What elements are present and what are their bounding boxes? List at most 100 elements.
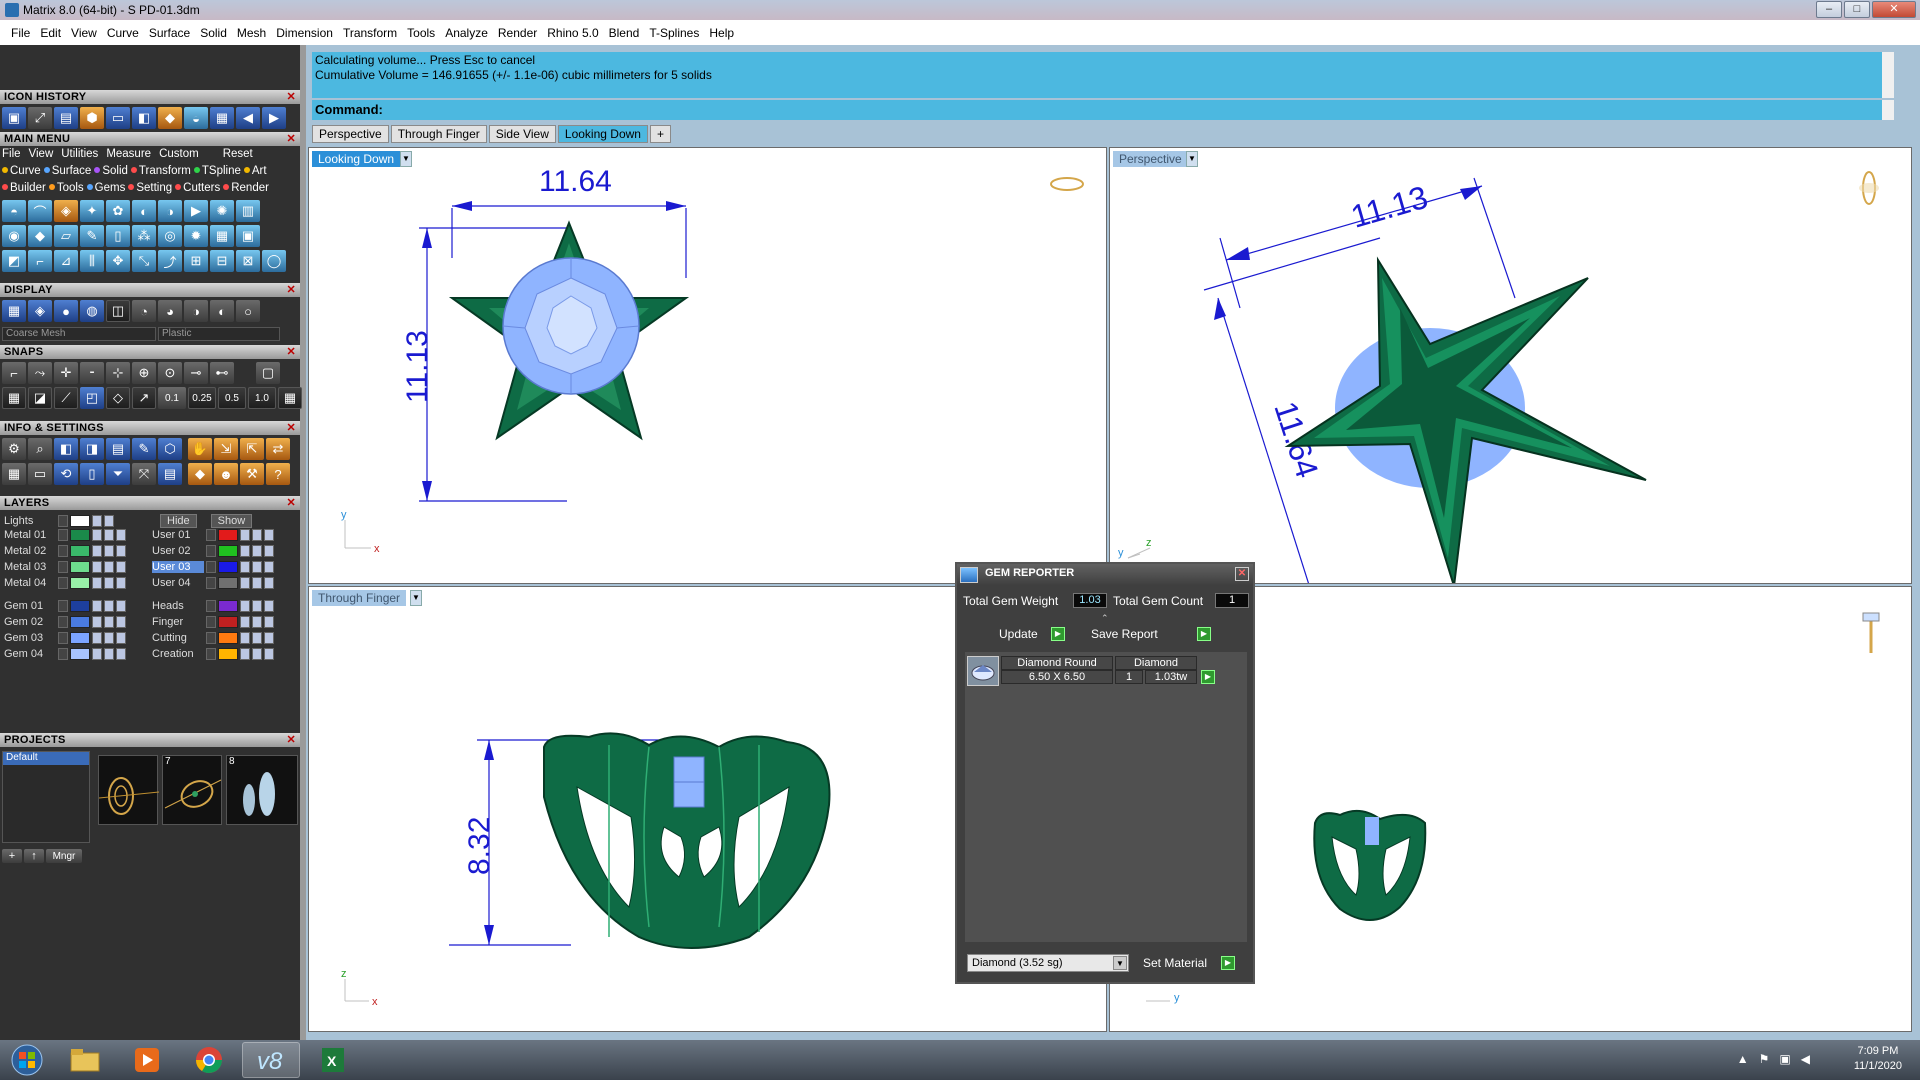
visibility-icon[interactable] (116, 615, 126, 628)
layer-color-swatch[interactable] (70, 599, 90, 612)
gem-reporter-titlebar[interactable]: GEM REPORTER ✕ (957, 564, 1253, 586)
viewport-layout-icon[interactable]: ▦ (2, 463, 26, 485)
save-report-arrow-icon[interactable]: ▶ (1197, 627, 1211, 641)
expand-icon[interactable] (206, 544, 216, 557)
viewport-perspective[interactable]: Perspective ▼ 11.13 11.64 y z (1109, 147, 1912, 584)
bulb-icon[interactable] (252, 599, 262, 612)
snap-value-0.1[interactable]: 0.1 (158, 387, 186, 409)
loft-icon[interactable]: ◐ (132, 200, 156, 222)
expand-icon[interactable] (58, 647, 68, 660)
menu-help[interactable]: Help (704, 26, 739, 40)
pen-icon[interactable]: ✎ (80, 225, 104, 247)
expand-icon[interactable] (58, 528, 68, 541)
menu-curve-item[interactable]: Curve (2, 165, 41, 177)
burst-icon[interactable]: ✹ (184, 225, 208, 247)
layer-row[interactable]: User 01 (152, 527, 274, 542)
bulb-icon[interactable] (252, 576, 262, 589)
material-gem-icon[interactable]: ◐ (210, 300, 234, 322)
share-icon[interactable]: ⇄ (266, 438, 290, 460)
material-select[interactable]: Diamond (3.52 sg) ▼ (967, 954, 1129, 972)
visibility-icon[interactable] (116, 528, 126, 541)
file-explorer-icon[interactable] (56, 1042, 114, 1078)
pave-icon[interactable]: ⁂ (132, 225, 156, 247)
layer-color-swatch[interactable] (70, 631, 90, 644)
box-icon[interactable]: ◧ (132, 107, 156, 129)
tools-icon[interactable]: ⚒ (240, 463, 264, 485)
bulb-icon[interactable] (104, 544, 114, 557)
gem-shape-icon[interactable]: ⬢ (80, 107, 104, 129)
help-icon[interactable]: ? (266, 463, 290, 485)
boolean-icon[interactable]: ◩ (2, 250, 26, 272)
volume-icon[interactable]: ◀ (1801, 1052, 1810, 1066)
visibility-icon[interactable] (116, 544, 126, 557)
menu-blend[interactable]: Blend (604, 26, 645, 40)
close-button[interactable]: ✕ (1872, 1, 1916, 18)
expand-icon[interactable] (206, 528, 216, 541)
chamfer-icon[interactable]: ⊿ (54, 250, 78, 272)
expand-icon[interactable] (58, 631, 68, 644)
halo-icon[interactable]: ◎ (158, 225, 182, 247)
lock-icon[interactable] (92, 528, 102, 541)
bulb-icon[interactable] (104, 560, 114, 573)
tab-perspective[interactable]: Perspective (312, 125, 389, 143)
expand-icon[interactable] (58, 560, 68, 573)
add-tab-button[interactable]: + (649, 125, 671, 143)
project-icon[interactable]: ◇ (106, 387, 130, 409)
gear-icon[interactable]: ✺ (210, 200, 234, 222)
lock-icon[interactable] (92, 560, 102, 573)
lock-icon[interactable] (240, 647, 250, 660)
command-line-scrollbar[interactable] (1882, 100, 1894, 120)
set-material-arrow-icon[interactable]: ▶ (1221, 956, 1235, 970)
layer-row[interactable]: User 02 (152, 543, 274, 558)
layer-color-swatch[interactable] (218, 528, 238, 541)
expand-icon[interactable] (206, 560, 216, 573)
visibility-icon[interactable] (116, 647, 126, 660)
layer-row[interactable]: User 04 (152, 575, 274, 590)
grid-icon[interactable]: ▦ (210, 107, 234, 129)
close-icon[interactable]: ✕ (1235, 567, 1249, 581)
measure-icon[interactable]: ⤧ (132, 463, 156, 485)
layer-color-swatch[interactable] (70, 544, 90, 557)
bulb-icon[interactable] (252, 647, 262, 660)
expand-icon[interactable] (206, 576, 216, 589)
split-icon[interactable]: ⫼ (80, 250, 104, 272)
visibility-icon[interactable] (264, 576, 274, 589)
document-icon[interactable]: ▤ (106, 438, 130, 460)
osnap-icon[interactable]: ◰ (80, 387, 104, 409)
menu-transform-item[interactable]: Transform (130, 165, 191, 177)
project-thumbnail[interactable]: 8 (226, 755, 298, 825)
xray-icon[interactable]: ◫ (106, 300, 130, 322)
menu-view[interactable]: View (66, 26, 102, 40)
main-menu-utilities[interactable]: Utilities (61, 148, 98, 160)
menu-tsplines[interactable]: T-Splines (644, 26, 704, 40)
layer-row[interactable]: Metal 01 (4, 527, 126, 542)
rotate-view-icon[interactable]: ⟲ (54, 463, 78, 485)
menu-cutters-item[interactable]: Cutters (175, 182, 220, 194)
visibility-icon[interactable] (116, 560, 126, 573)
lock-icon[interactable] (92, 631, 102, 644)
twist-icon[interactable]: ⊠ (236, 250, 260, 272)
material-white-icon[interactable]: ○ (236, 300, 260, 322)
export-icon[interactable]: ⇲ (214, 438, 238, 460)
visibility-icon[interactable] (264, 615, 274, 628)
expand-icon[interactable] (58, 576, 68, 589)
flow-icon[interactable]: ⤴ (158, 250, 182, 272)
layer-color-swatch[interactable] (70, 576, 90, 589)
bulb-icon[interactable] (252, 528, 262, 541)
layer-row[interactable]: Gem 03 (4, 630, 126, 645)
snap-end-icon[interactable]: ⌐ (2, 362, 26, 384)
bucket-icon[interactable]: ▯ (80, 463, 104, 485)
gem-cut-icon[interactable]: ◈ (54, 200, 78, 222)
close-icon[interactable]: ✕ (286, 132, 296, 146)
layer-row[interactable]: Cutting (152, 630, 274, 645)
flower-icon[interactable]: ✿ (106, 200, 130, 222)
camera-icon[interactable]: ▶ (184, 200, 208, 222)
visibility-icon[interactable] (264, 631, 274, 644)
layer-row[interactable]: User 03 (152, 559, 274, 574)
layer-color-swatch[interactable] (218, 544, 238, 557)
tab-looking-down[interactable]: Looking Down (557, 125, 648, 143)
menu-analyze[interactable]: Analyze (440, 26, 493, 40)
snap-int-icon[interactable]: ⊕ (132, 362, 156, 384)
snap-disable-icon[interactable]: ▢ (256, 362, 280, 384)
visibility-icon[interactable] (264, 560, 274, 573)
